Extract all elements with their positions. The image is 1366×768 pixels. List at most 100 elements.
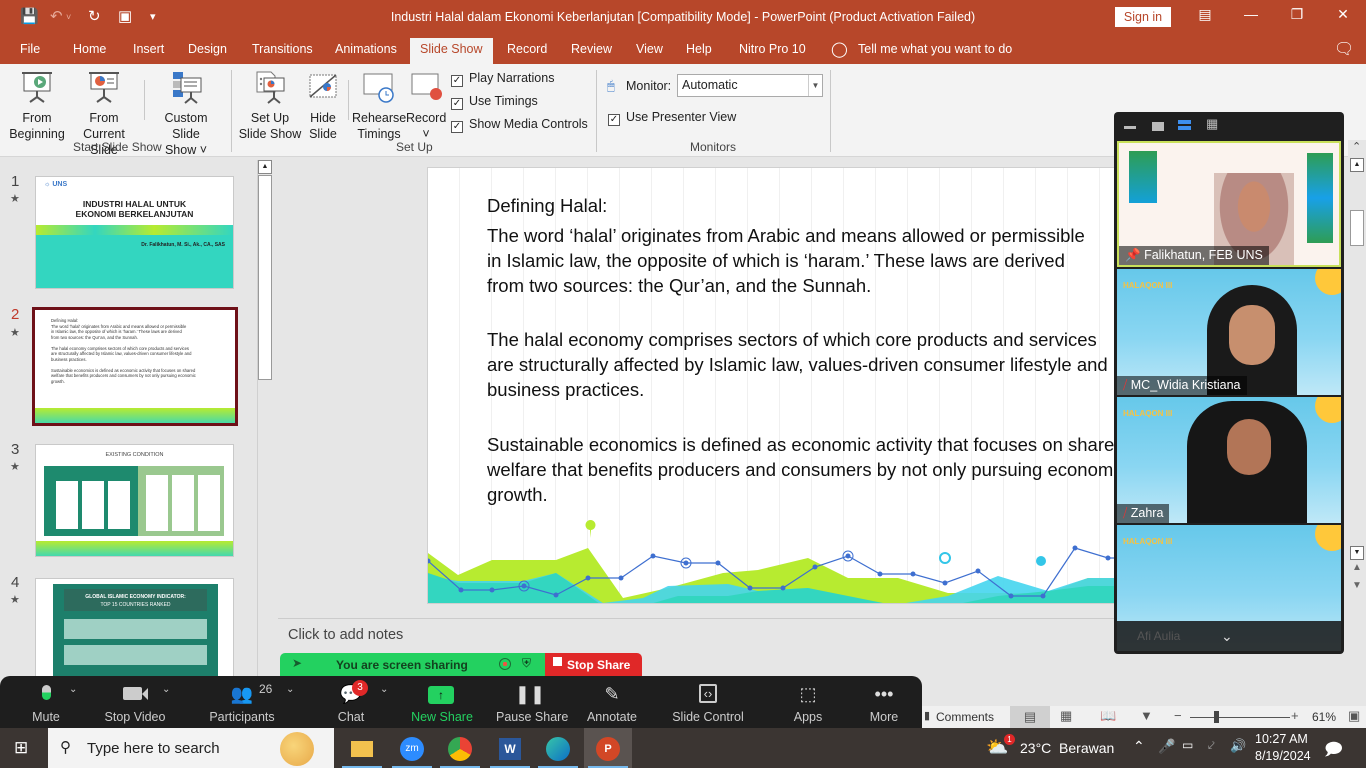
video-tile[interactable]: HALAQON III ⧸ Zahra	[1117, 397, 1341, 523]
tab-insert[interactable]: Insert	[133, 42, 164, 56]
windows-start-icon[interactable]: ⊞	[14, 738, 28, 758]
zoom-level[interactable]: 61%	[1312, 710, 1336, 724]
annotate-button[interactable]: ✎ Annotate	[584, 676, 640, 728]
slide-heading[interactable]: Defining Halal:	[487, 193, 607, 218]
tab-animations[interactable]: Animations	[335, 42, 397, 56]
collapse-chevron-up-icon[interactable]: ⌃	[1352, 140, 1361, 153]
chat-button[interactable]: 💬 3 Chat	[330, 676, 372, 728]
hide-video-icon[interactable]	[1152, 122, 1164, 131]
from-beginning-button[interactable]: From Beginning	[6, 70, 68, 142]
tab-home[interactable]: Home	[73, 42, 106, 56]
slide-scrollbar[interactable]: ⌃ ▲ ▼ ▲ ▼	[1348, 140, 1366, 620]
tab-help[interactable]: Help	[686, 42, 712, 56]
scroll-thumb[interactable]	[258, 175, 272, 380]
drag-handle-icon[interactable]: ➤	[292, 656, 302, 670]
close-button[interactable]: ✕	[1328, 6, 1358, 23]
microphone-tray-icon[interactable]: 🎤	[1158, 738, 1175, 755]
previous-slide-icon[interactable]: ▲	[1352, 562, 1362, 573]
wifi-icon[interactable]: ⤦	[1208, 738, 1215, 753]
set-up-slide-show-button[interactable]: Set Up Slide Show	[238, 70, 302, 142]
clock-date[interactable]: 8/19/2024	[1255, 749, 1311, 763]
slide-paragraph-1[interactable]: The word ‘halal’ originates from Arabic …	[487, 223, 1085, 298]
slide-paragraph-3[interactable]: Sustainable economics is defined as econ…	[487, 432, 1126, 507]
more-button[interactable]: ••• More	[862, 676, 906, 728]
comments-button[interactable]: Comments	[936, 710, 994, 724]
tab-review[interactable]: Review	[571, 42, 612, 56]
ribbon-display-options-icon[interactable]: ▤	[1190, 6, 1220, 23]
stop-video-button[interactable]: Stop Video	[100, 676, 170, 728]
pause-share-button[interactable]: ❚❚ Pause Share	[496, 676, 568, 728]
monitor-select[interactable]: Automatic ▼	[677, 74, 823, 97]
file-explorer-taskbar[interactable]	[338, 728, 386, 768]
record-button[interactable]: Record ˅	[406, 70, 446, 142]
sign-in-button[interactable]: Sign in	[1115, 7, 1171, 27]
show-media-controls-checkbox[interactable]: ✓ Show Media Controls	[451, 117, 588, 133]
gallery-view-icon[interactable]: ▦	[1206, 117, 1218, 130]
tab-transitions[interactable]: Transitions	[252, 42, 313, 56]
slide-sorter-icon[interactable]: ▦	[1060, 708, 1072, 724]
action-center-icon[interactable]: 🗩	[1324, 737, 1343, 766]
participants-button[interactable]: 👥 26 Participants	[208, 676, 276, 728]
minimize-button[interactable]: —	[1236, 6, 1266, 22]
show-hidden-icons-chevron[interactable]: ⌃	[1133, 738, 1145, 755]
scroll-thumb[interactable]	[1350, 210, 1364, 246]
chevron-down-icon[interactable]: ⌄	[380, 684, 388, 695]
video-tile-host[interactable]: 📌 Falikhatun, FEB UNS	[1117, 141, 1341, 267]
battery-icon[interactable]: ▭	[1182, 738, 1193, 752]
restore-button[interactable]: ❐	[1282, 6, 1312, 23]
tell-me-search[interactable]: Tell me what you want to do	[858, 42, 1012, 56]
fit-slide-icon[interactable]: ▣	[1348, 708, 1360, 724]
volume-icon[interactable]: 🔊	[1230, 738, 1246, 754]
use-presenter-view-checkbox[interactable]: ✓ Use Presenter View	[608, 110, 736, 126]
next-slide-icon[interactable]: ▼	[1352, 580, 1362, 591]
tab-view[interactable]: View	[636, 42, 663, 56]
slide-thumbnail-2[interactable]: Defining Halal: The word ‘halal’ origina…	[32, 307, 238, 426]
powerpoint-taskbar[interactable]: P	[584, 728, 632, 768]
tab-record[interactable]: Record	[507, 42, 547, 56]
video-tile[interactable]: HALAQON III ⧸ MC_Widia Kristiana	[1117, 269, 1341, 395]
expand-chevron-down-icon[interactable]: ⌄	[1221, 628, 1233, 645]
clock-time[interactable]: 10:27 AM	[1255, 732, 1308, 746]
notes-pane[interactable]: Click to add notes	[278, 618, 1116, 658]
screen-sharing-banner[interactable]: ➤ You are screen sharing ⛨	[280, 653, 546, 676]
zoom-in-button[interactable]: +	[1291, 708, 1299, 723]
tab-slide-show[interactable]: Slide Show	[410, 38, 493, 64]
scroll-down-icon[interactable]: ▼	[1350, 546, 1364, 560]
normal-view-icon[interactable]: ▤	[1010, 706, 1050, 728]
word-taskbar[interactable]: W	[486, 728, 534, 768]
new-share-button[interactable]: ↑ New Share	[410, 676, 474, 728]
zoom-slider-thumb[interactable]	[1214, 711, 1219, 723]
reading-view-icon[interactable]: 📖	[1100, 708, 1116, 724]
comments-icon[interactable]: 🗨	[1334, 39, 1354, 59]
zoom-out-button[interactable]: −	[1174, 708, 1182, 723]
thumbnail-scrollbar[interactable]: ▲	[257, 160, 272, 680]
video-tile[interactable]: HALAQON III Afi Aulia ⌄	[1117, 525, 1341, 651]
play-narrations-checkbox[interactable]: ✓ Play Narrations	[451, 71, 554, 87]
slide-thumbnail-3[interactable]: EXISTING CONDITION	[35, 444, 234, 557]
hide-slide-button[interactable]: Hide Slide	[304, 70, 342, 142]
zoom-taskbar[interactable]: zm	[388, 728, 436, 768]
chrome-taskbar[interactable]	[436, 728, 484, 768]
mute-button[interactable]: Mute	[18, 676, 74, 728]
weather-text[interactable]: 23°C Berawan	[1020, 740, 1114, 756]
current-slide[interactable]: Defining Halal: The word ‘halal’ origina…	[427, 167, 1127, 604]
scroll-up-icon[interactable]: ▲	[258, 160, 272, 174]
minimize-video-icon[interactable]	[1124, 126, 1136, 129]
edge-taskbar[interactable]	[534, 728, 582, 768]
use-timings-checkbox[interactable]: ✓ Use Timings	[451, 94, 538, 110]
chevron-down-icon[interactable]: ⌄	[69, 684, 77, 695]
tab-design[interactable]: Design	[188, 42, 227, 56]
chevron-down-icon[interactable]: ⌄	[286, 684, 294, 695]
speaker-view-icon[interactable]	[1178, 120, 1191, 124]
tab-file[interactable]: File	[20, 42, 40, 56]
slide-thumbnail-4[interactable]: GLOBAL ISLAMIC ECONOMY INDICATOR: TOP 15 …	[35, 578, 234, 678]
scroll-up-icon[interactable]: ▲	[1350, 158, 1364, 172]
chevron-down-icon[interactable]: ⌄	[162, 684, 170, 695]
rehearse-timings-button[interactable]: Rehearse Timings	[352, 70, 406, 142]
zoom-slider[interactable]	[1190, 717, 1290, 718]
slide-paragraph-2[interactable]: The halal economy comprises sectors of w…	[487, 327, 1108, 402]
taskbar-search-box[interactable]: ⚲ Type here to search	[48, 728, 334, 768]
stop-share-button[interactable]: Stop Share	[545, 653, 642, 676]
apps-button[interactable]: ⬚ Apps	[788, 676, 828, 728]
slide-control-button[interactable]: ‹› Slide Control	[668, 676, 748, 728]
